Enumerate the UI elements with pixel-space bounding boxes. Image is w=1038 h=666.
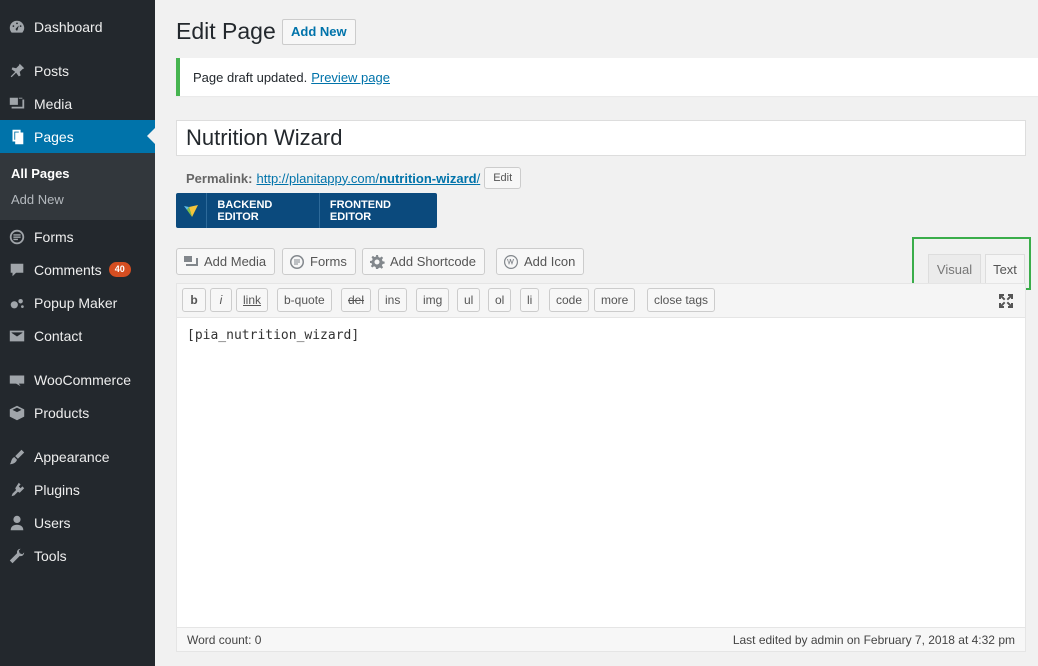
submenu-all-pages[interactable]: All Pages xyxy=(11,166,70,181)
quicktags-toolbar: b i link b-quote del ins img ul ol li co… xyxy=(177,284,1025,318)
sidebar-label: Plugins xyxy=(34,481,80,498)
sidebar-label: Forms xyxy=(34,228,74,245)
sidebar-label: Contact xyxy=(34,327,83,344)
sidebar-label: Popup Maker xyxy=(34,294,118,311)
editor-content[interactable]: [pia_nutrition_wizard] xyxy=(187,328,359,343)
sidebar-item-appearance[interactable]: Appearance xyxy=(0,440,155,473)
admin-sidebar: Dashboard Posts Media Pages All Pages Ad… xyxy=(0,0,155,666)
sidebar-label: Users xyxy=(34,514,71,531)
sidebar-label: Media xyxy=(34,95,73,112)
gear-icon xyxy=(370,254,385,269)
sidebar-item-woocommerce[interactable]: WooCommerce xyxy=(0,363,155,396)
dashboard-icon xyxy=(7,17,27,37)
permalink-slug: nutrition-wizard xyxy=(379,170,477,186)
sidebar-item-tools[interactable]: Tools xyxy=(0,539,155,572)
popup-icon xyxy=(7,293,27,313)
backend-editor-button[interactable]: BACKEND EDITOR xyxy=(207,193,319,228)
media-icon xyxy=(7,94,27,114)
qt-code-button[interactable]: code xyxy=(549,288,590,312)
qt-ul-button[interactable]: ul xyxy=(457,288,481,312)
sidebar-item-posts[interactable]: Posts xyxy=(0,54,155,87)
qt-img-button[interactable]: img xyxy=(416,288,450,312)
visual-composer-bar: BACKEND EDITOR FRONTEND EDITOR xyxy=(176,193,437,228)
pages-icon xyxy=(7,127,27,147)
forms-label: Forms xyxy=(310,254,347,269)
qt-more-button[interactable]: more xyxy=(594,288,636,312)
forms-icon xyxy=(7,227,27,247)
plugin-icon xyxy=(7,480,27,500)
qt-close-tags-button[interactable]: close tags xyxy=(647,288,716,312)
add-media-button[interactable]: Add Media xyxy=(176,248,276,275)
permalink-row: Permalink: http://planitappy.com/nutriti… xyxy=(186,167,522,189)
add-icon-button[interactable]: Add Icon xyxy=(496,248,585,275)
sidebar-label: Appearance xyxy=(34,448,110,465)
pin-icon xyxy=(7,61,27,81)
permalink-link[interactable]: http://planitappy.com/nutrition-wizard/ xyxy=(256,171,480,186)
qt-ins-button[interactable]: ins xyxy=(378,288,408,312)
permalink-base: http://planitappy.com/ xyxy=(256,170,380,186)
media-icon xyxy=(184,255,198,266)
sidebar-label: Pages xyxy=(34,128,74,145)
page-title: Edit Page xyxy=(176,18,276,44)
sidebar-label: Dashboard xyxy=(34,18,103,35)
frontend-editor-button[interactable]: FRONTEND EDITOR xyxy=(318,193,437,228)
editor-status-bar: Word count: 0 Last edited by admin on Fe… xyxy=(177,627,1025,651)
sidebar-item-comments[interactable]: Comments 40 xyxy=(0,253,155,286)
sidebar-label: Tools xyxy=(34,547,67,564)
update-notice: Page draft updated. Preview page xyxy=(176,58,1038,96)
forms-button[interactable]: Forms xyxy=(282,248,356,275)
sidebar-item-pages[interactable]: Pages xyxy=(0,120,155,153)
notice-text: Page draft updated. xyxy=(193,69,308,85)
text-editor: b i link b-quote del ins img ul ol li co… xyxy=(176,283,1026,652)
woo-icon xyxy=(7,370,27,390)
vc-logo-icon xyxy=(176,193,208,228)
add-shortcode-label: Add Shortcode xyxy=(390,254,477,269)
add-media-label: Add Media xyxy=(204,254,267,269)
sidebar-label: Comments xyxy=(34,261,102,278)
sidebar-item-media[interactable]: Media xyxy=(0,87,155,120)
pages-submenu: All Pages Add New xyxy=(0,153,155,220)
sidebar-item-contact[interactable]: Contact xyxy=(0,319,155,352)
last-edited: Last edited by admin on February 7, 2018… xyxy=(732,632,1015,647)
permalink-label: Permalink: xyxy=(186,170,253,186)
qt-italic-button[interactable]: i xyxy=(210,288,232,312)
qt-bquote-button[interactable]: b-quote xyxy=(277,288,332,312)
comments-count-badge: 40 xyxy=(108,262,131,277)
sidebar-item-products[interactable]: Products xyxy=(0,396,155,429)
fullscreen-icon[interactable] xyxy=(997,292,1015,310)
forms-icon xyxy=(290,254,304,269)
word-count: Word count: 0 xyxy=(187,632,262,647)
sidebar-item-plugins[interactable]: Plugins xyxy=(0,473,155,506)
sidebar-label: Posts xyxy=(34,62,70,79)
sidebar-label: WooCommerce xyxy=(34,371,131,388)
qt-li-button[interactable]: li xyxy=(520,288,540,312)
qt-ol-button[interactable]: ol xyxy=(488,288,512,312)
sidebar-item-forms[interactable]: Forms xyxy=(0,220,155,253)
sidebar-item-users[interactable]: Users xyxy=(0,506,155,539)
sidebar-label: Products xyxy=(34,404,90,421)
preview-page-link[interactable]: Preview page xyxy=(311,70,390,85)
sidebar-item-popup-maker[interactable]: Popup Maker xyxy=(0,286,155,319)
add-new-button[interactable]: Add New xyxy=(282,19,356,45)
permalink-tail: / xyxy=(476,170,481,186)
brush-icon xyxy=(7,447,27,467)
wrench-icon xyxy=(7,546,27,566)
qt-bold-button[interactable]: b xyxy=(182,288,206,312)
box-icon xyxy=(7,403,27,423)
user-icon xyxy=(7,513,27,533)
submenu-add-new[interactable]: Add New xyxy=(11,192,64,207)
qt-link-button[interactable]: link xyxy=(236,288,269,312)
add-shortcode-button[interactable]: Add Shortcode xyxy=(362,248,486,275)
mail-icon xyxy=(7,326,27,346)
qt-del-button[interactable]: del xyxy=(341,288,372,312)
wordpress-icon xyxy=(504,254,518,269)
post-title-input[interactable]: Nutrition Wizard xyxy=(176,120,1026,156)
permalink-edit-button[interactable]: Edit xyxy=(484,167,522,189)
sidebar-item-dashboard[interactable]: Dashboard xyxy=(0,10,155,43)
add-icon-label: Add Icon xyxy=(524,254,576,269)
comment-icon xyxy=(7,260,27,280)
